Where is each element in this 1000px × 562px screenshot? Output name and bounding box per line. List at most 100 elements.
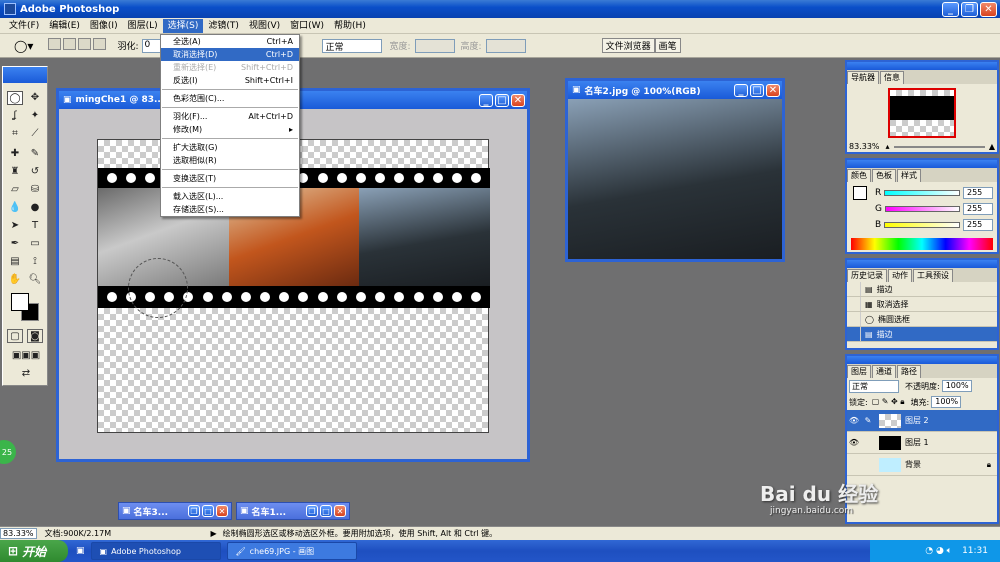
zoom-tool-icon[interactable]: 🔍︎ (27, 273, 43, 287)
clock[interactable]: 11:31 (962, 546, 988, 556)
bucket-tool-icon[interactable]: ⛁ (27, 183, 43, 197)
tab-channels[interactable]: 通道 (872, 365, 896, 378)
tab-navigator[interactable]: 导航器 (847, 71, 879, 84)
minimized-window-car1[interactable]: ▣ 名车1... ❐ □ ✕ (236, 502, 350, 520)
tab-swatches[interactable]: 色板 (872, 169, 896, 182)
maximize-icon[interactable]: □ (320, 505, 332, 517)
layer-row[interactable]: 背景 🔒︎ (847, 454, 997, 476)
taskbar-item-paint[interactable]: 🖌︎ che69.JPG - 画图 (226, 542, 357, 560)
menu-item-grow[interactable]: 扩大选取(G) (161, 141, 299, 154)
car2-minimize-button[interactable]: _ (734, 83, 748, 97)
car2-close-button[interactable]: ✕ (766, 83, 780, 97)
notification-badge[interactable]: 25 (0, 440, 16, 464)
panel-titlebar[interactable] (847, 160, 997, 168)
add-selection-icon[interactable] (63, 38, 77, 50)
menu-item-inverse[interactable]: 反选(I) Shift+Ctrl+I (161, 74, 299, 87)
fill-input[interactable]: 100% (931, 396, 962, 408)
width-input[interactable] (414, 38, 455, 53)
quickmask-mode-icon[interactable]: ◙ (27, 329, 43, 343)
navigator-zoom-value[interactable]: 83.33% (849, 142, 880, 151)
tab-actions[interactable]: 动作 (888, 269, 912, 282)
shape-tool-icon[interactable]: ▭ (27, 237, 43, 251)
restore-icon[interactable]: ❐ (306, 505, 318, 517)
menu-help[interactable]: 帮助(H) (329, 19, 371, 33)
ellipse-marquee-tool-icon[interactable]: ◯▾ (14, 39, 33, 53)
menu-image[interactable]: 图像(I) (85, 19, 123, 33)
layer-row-selected[interactable]: 👁︎ ✎ 图层 2 (847, 410, 997, 432)
eye-icon[interactable]: 👁︎ (847, 416, 861, 425)
type-tool-icon[interactable]: T (27, 219, 43, 233)
taskbar-item-photoshop[interactable]: ▣ Adobe Photoshop (90, 542, 221, 560)
navigator-preview[interactable] (888, 88, 956, 138)
stamp-tool-icon[interactable]: ♜ (7, 165, 23, 179)
tab-styles[interactable]: 样式 (897, 169, 921, 182)
healing-brush-icon[interactable]: ✚ (7, 147, 23, 161)
menu-view[interactable]: 视图(V) (244, 19, 285, 33)
zoom-out-icon[interactable]: ▴ (886, 142, 890, 151)
history-item[interactable]: ▦ 取消选择 (847, 297, 997, 312)
fg-color-icon[interactable] (853, 186, 867, 200)
close-icon[interactable]: ✕ (334, 505, 346, 517)
lasso-tool-icon[interactable]: ʆ (7, 109, 23, 123)
layer-row[interactable]: 👁︎ 图层 1 (847, 432, 997, 454)
foreground-color-swatch[interactable] (11, 293, 29, 311)
restore-button[interactable]: ❐ (961, 1, 978, 17)
elliptical-selection[interactable] (128, 258, 188, 318)
menu-item-transform-selection[interactable]: 变换选区(T) (161, 172, 299, 185)
tab-info[interactable]: 信息 (880, 71, 904, 84)
close-button[interactable]: ✕ (980, 1, 997, 17)
history-brush-icon[interactable]: ↺ (27, 165, 43, 179)
blue-value[interactable]: 255 (963, 219, 993, 231)
start-button[interactable]: ⊞ 开始 (0, 540, 68, 562)
crop-tool-icon[interactable]: ⌗ (7, 127, 23, 141)
subtract-selection-icon[interactable] (78, 38, 92, 50)
jump-to-imageready-icon[interactable]: ⇄ (5, 367, 47, 381)
panel-titlebar[interactable] (847, 62, 997, 70)
panel-titlebar[interactable] (847, 260, 997, 268)
brush-link-icon[interactable]: ✎ (861, 416, 875, 425)
doc-maximize-button[interactable]: □ (495, 93, 509, 107)
feather-input[interactable]: 0 (141, 38, 162, 53)
maximize-icon[interactable]: □ (202, 505, 214, 517)
tab-tool-presets[interactable]: 工具预设 (913, 269, 953, 282)
panel-titlebar[interactable] (847, 356, 997, 364)
pen-tool-icon[interactable]: ✒ (7, 237, 23, 251)
tab-color[interactable]: 颜色 (847, 169, 871, 182)
marquee-tool-icon[interactable]: ◯ (7, 91, 23, 105)
menu-item-modify[interactable]: 修改(M) ▸ (161, 123, 299, 136)
menu-item-load-selection[interactable]: 载入选区(L)... (161, 190, 299, 203)
menu-item-reselect[interactable]: 重新选择(E) Shift+Ctrl+D (161, 61, 299, 74)
color-ramp[interactable] (851, 238, 993, 250)
screen-mode-icons[interactable]: ▣▣▣ (5, 349, 47, 363)
eye-icon[interactable]: 👁︎ (847, 438, 861, 447)
menu-select[interactable]: 选择(S) (162, 18, 204, 33)
notes-tool-icon[interactable]: ▤ (7, 255, 23, 269)
menu-edit[interactable]: 编辑(E) (44, 19, 85, 33)
tray-icons[interactable]: ◔ ◕ 🔈︎ (925, 546, 952, 556)
brush-tool-icon[interactable]: ✎ (27, 147, 43, 161)
zoom-in-icon[interactable]: ▲ (989, 142, 995, 151)
menu-filter[interactable]: 滤镜(T) (203, 19, 244, 33)
path-select-icon[interactable]: ➤ (7, 219, 23, 233)
menu-item-deselect[interactable]: 取消选择(D) Ctrl+D (161, 48, 299, 61)
tab-history[interactable]: 历史记录 (847, 269, 887, 282)
tab-file-browser[interactable]: 文件浏览器 (601, 38, 655, 53)
menu-item-select-all[interactable]: 全选(A) Ctrl+A (161, 35, 299, 48)
doc-close-button[interactable]: ✕ (511, 93, 525, 107)
history-item[interactable]: ◯ 椭圆选框 (847, 312, 997, 327)
close-icon[interactable]: ✕ (216, 505, 228, 517)
menu-item-similar[interactable]: 选取相似(R) (161, 154, 299, 167)
new-selection-icon[interactable] (48, 38, 62, 50)
magic-wand-icon[interactable]: ✦ (27, 109, 43, 123)
history-item-selected[interactable]: ▤ 描边 (847, 327, 997, 342)
tab-paths[interactable]: 路径 (897, 365, 921, 378)
hand-tool-icon[interactable]: ✋ (7, 273, 23, 287)
menu-item-color-range[interactable]: 色彩范围(C)... (161, 92, 299, 105)
dodge-tool-icon[interactable]: ● (27, 201, 43, 215)
slice-tool-icon[interactable]: ⟋ (27, 127, 43, 141)
doc-minimize-button[interactable]: _ (479, 93, 493, 107)
lock-icons[interactable]: ▢ ✎ ✥ 🔒︎ (872, 397, 905, 407)
eyedropper-icon[interactable]: ⟟ (27, 255, 43, 269)
status-doc-size[interactable]: 文档:900K/2.17M (45, 528, 205, 539)
minimized-window-car3[interactable]: ▣ 名车3... ❐ □ ✕ (118, 502, 232, 520)
